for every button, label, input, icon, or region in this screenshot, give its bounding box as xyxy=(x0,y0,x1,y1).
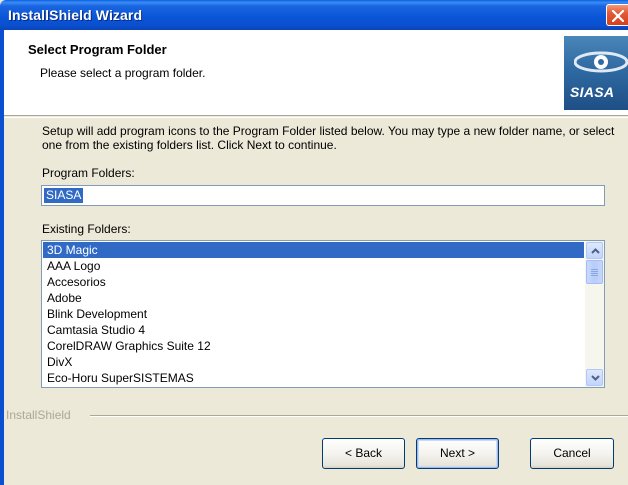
list-item[interactable]: CorelDRAW Graphics Suite 12 xyxy=(43,338,584,354)
close-icon xyxy=(612,10,624,22)
chevron-up-icon xyxy=(591,248,600,254)
installer-window: InstallShield Wizard Select Program Fold… xyxy=(0,0,628,485)
list-item[interactable]: Camtasia Studio 4 xyxy=(43,322,584,338)
list-item[interactable]: AAA Logo xyxy=(43,258,584,274)
list-item[interactable]: DivX xyxy=(43,354,584,370)
scroll-down-button[interactable] xyxy=(586,369,603,386)
next-button[interactable]: Next > xyxy=(416,438,499,469)
program-folder-value: SIASA xyxy=(44,188,84,203)
program-folder-label: Program Folders: xyxy=(42,166,135,180)
cancel-button[interactable]: Cancel xyxy=(530,438,614,469)
list-item[interactable]: Eco-Horu SuperSISTEMAS xyxy=(43,370,584,386)
instructions-text: Setup will add program icons to the Prog… xyxy=(42,124,615,152)
back-button[interactable]: < Back xyxy=(322,438,405,469)
list-item[interactable]: Accesorios xyxy=(43,274,584,290)
list-scrollbar[interactable] xyxy=(585,241,604,387)
existing-folders-list[interactable]: 3D Magic AAA Logo Accesorios Adobe Blink… xyxy=(41,240,605,388)
close-button[interactable] xyxy=(606,4,628,26)
satellite-icon xyxy=(574,51,628,73)
list-item[interactable]: Adobe xyxy=(43,290,584,306)
scroll-up-button[interactable] xyxy=(586,242,603,259)
window-title: InstallShield Wizard xyxy=(8,7,143,23)
existing-folders-label: Existing Folders: xyxy=(42,222,131,236)
siasa-logo: SIASA xyxy=(564,36,628,110)
page-subtitle: Please select a program folder. xyxy=(40,66,206,80)
footer-divider xyxy=(90,415,628,417)
program-folder-input[interactable]: SIASA xyxy=(41,185,605,206)
installshield-brand: InstallShield xyxy=(6,408,71,422)
logo-text: SIASA xyxy=(570,84,615,100)
page-title: Select Program Folder xyxy=(28,42,167,57)
list-item[interactable]: Blink Development xyxy=(43,306,584,322)
title-bar[interactable]: InstallShield Wizard xyxy=(0,0,628,30)
wizard-header: Select Program Folder Please select a pr… xyxy=(4,30,628,116)
scroll-thumb[interactable] xyxy=(586,260,603,284)
chevron-down-icon xyxy=(591,375,600,381)
header-divider xyxy=(4,117,628,118)
list-item[interactable]: 3D Magic xyxy=(43,242,584,258)
